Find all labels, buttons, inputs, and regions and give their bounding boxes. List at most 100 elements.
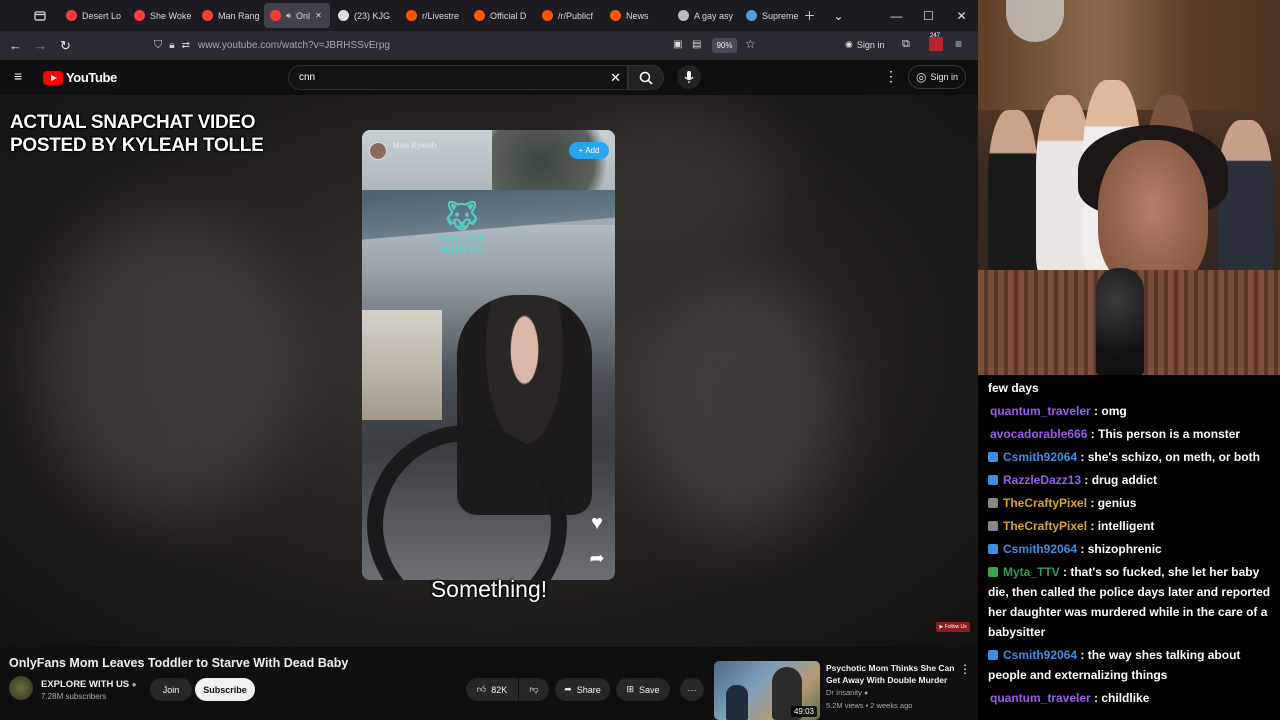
more-options-icon[interactable]: ⋮ [884,68,898,85]
chat-username[interactable]: Csmith92064 [1003,542,1077,556]
reader-view-icon[interactable]: ▣ [673,39,682,50]
chat-text: she's schizo, on meth, or both [1087,450,1260,464]
tab-label: She Woke [150,10,192,21]
subscribe-button[interactable]: Subscribe [195,678,255,701]
search-input[interactable] [299,72,599,83]
chat-text: intelligent [1097,519,1155,533]
arrow-left-icon: ← [9,38,22,53]
chat-username[interactable]: TheCraftyPixel [1003,496,1087,510]
tab-label: Man Rang [218,10,260,21]
video-duration: 49:03 [790,706,817,717]
close-window-button[interactable]: ✕ [945,0,978,31]
tab-favicon-icon [542,10,553,21]
voice-search-button[interactable] [677,65,701,89]
youtube-watermark-icon: ▶ Follow Us [936,622,970,632]
chat-username[interactable]: avocadorable666 [990,427,1087,441]
heart-icon: ♥ [591,512,603,534]
tab-list-button[interactable]: ⌄ [822,0,855,31]
chat-badge-icon [988,452,998,462]
chat-message: Csmith92064 : the way shes talking about… [988,645,1274,685]
shield-icon: ⛉ [154,39,163,51]
extensions-icon[interactable]: ⧉ [902,38,910,51]
channel-name-row[interactable]: EXPLORE WITH US ● [41,679,137,690]
microphone-icon [684,71,694,83]
browser-tab[interactable]: Desert Lo [60,3,126,28]
reload-button[interactable]: ↻ [53,33,78,58]
recommended-channel[interactable]: Dr Insanity [826,688,862,697]
url-text[interactable]: www.youtube.com/watch?v=JBRHSSvErpg [198,40,390,51]
video-player[interactable]: ACTUAL SNAPCHAT VIDEO POSTED BY KYLEAH T… [0,95,978,647]
reload-icon: ↻ [60,37,71,53]
minimize-icon: — [890,8,903,23]
join-button[interactable]: Join [150,678,192,701]
save-button[interactable]: ⊞ Save [616,678,670,701]
maximize-button[interactable]: ☐ [912,0,945,31]
tab-label: Official D [490,10,527,21]
chat-username[interactable]: quantum_traveler [990,404,1091,418]
like-button[interactable]: 👍︎ 82K [466,678,518,701]
youtube-logo[interactable]: YouTube [43,70,117,85]
browser-tab[interactable]: Man Rang [196,3,262,28]
bookmark-star-icon[interactable]: ☆ [745,37,756,51]
tab-favicon-icon [134,10,145,21]
extension-badge-button[interactable]: 247 [929,33,943,51]
youtube-signin-button[interactable]: ◎ Sign in [908,65,966,89]
chat-message: RazzleDazz13 : drug addict [988,470,1274,490]
chat-username[interactable]: RazzleDazz13 [1003,473,1081,487]
microphone-icon [1096,268,1144,375]
chat-separator: : [1077,648,1088,662]
browser-tab[interactable]: A gay asy [672,3,738,28]
more-actions-button[interactable]: ··· [680,678,704,701]
browser-tab[interactable]: Official D [468,3,534,28]
chat-username[interactable]: TheCraftyPixel [1003,519,1087,533]
webcam-crowd-figure [1218,120,1273,280]
share-button[interactable]: ➦ Share [555,678,610,701]
youtube-brand-text: YouTube [66,70,117,85]
browser-tab[interactable]: News [604,3,670,28]
chat-username[interactable]: quantum_traveler [990,691,1091,705]
chat-username[interactable]: Csmith92064 [1003,450,1077,464]
tab-label: (23) KJG [354,10,391,21]
account-signin-label: Sign in [856,39,885,50]
streamer-webcam [978,0,1280,375]
dislike-button[interactable]: 👎︎ [519,678,549,701]
browser-tab[interactable]: (23) KJG [332,3,398,28]
youtube-signin-label: Sign in [930,72,958,82]
speaker-icon[interactable]: 🔊︎ [286,11,291,21]
guide-menu-icon[interactable]: ≡ [14,68,22,84]
clear-search-icon[interactable]: ✕ [610,70,621,86]
tab-favicon-icon [678,10,689,21]
recommended-title[interactable]: Psychotic Mom Thinks She Can Get Away Wi… [826,662,956,686]
overlay-title-line-1: ACTUAL SNAPCHAT VIDEO [10,112,256,133]
browser-tab[interactable]: 🔊︎ Onl ✕ [264,3,330,28]
channel-name[interactable]: EXPLORE WITH US [41,679,129,690]
minimize-button[interactable]: — [880,0,913,31]
tab-label: Desert Lo [82,10,122,21]
chat-badge-icon [988,521,998,531]
browser-tab[interactable]: /r/Publicf [536,3,602,28]
snap-username: Miss Kyleah [393,141,437,150]
chat-username[interactable]: Csmith92064 [1003,648,1077,662]
verified-icon: ● [131,680,137,689]
tab-favicon-icon [746,10,757,21]
recommended-thumbnail[interactable]: 49:03 [714,661,820,720]
chat-separator: : [1059,565,1071,579]
recommended-more-icon[interactable]: ⋮ [959,662,971,676]
browser-tab[interactable]: r/Livestre [400,3,466,28]
recommended-channel-row[interactable]: Dr Insanity ● [826,688,868,697]
snapchat-video-frame: 🐺︎ EXPLORE WITH US Miss Kyleah + Add ♥ ➦ [362,130,615,580]
account-signin-button[interactable]: ◉ Sign in [845,39,884,50]
tab-overview-button[interactable] [26,3,54,28]
close-tab-icon[interactable]: ✕ [315,11,322,20]
chat-username[interactable]: Myta_TTV [1003,565,1060,579]
forward-button[interactable]: → [28,33,53,58]
channel-avatar[interactable] [9,676,33,700]
menu-icon[interactable]: ≡ [955,37,962,51]
search-button[interactable] [628,65,664,90]
chat-separator: : [1090,404,1102,418]
background-blur-right [640,275,840,535]
back-button[interactable]: ← [3,33,28,58]
browser-tab[interactable]: She Woke [128,3,194,28]
zoom-level[interactable]: 90% [712,38,737,53]
picture-in-picture-icon[interactable]: ▤ [692,39,701,50]
